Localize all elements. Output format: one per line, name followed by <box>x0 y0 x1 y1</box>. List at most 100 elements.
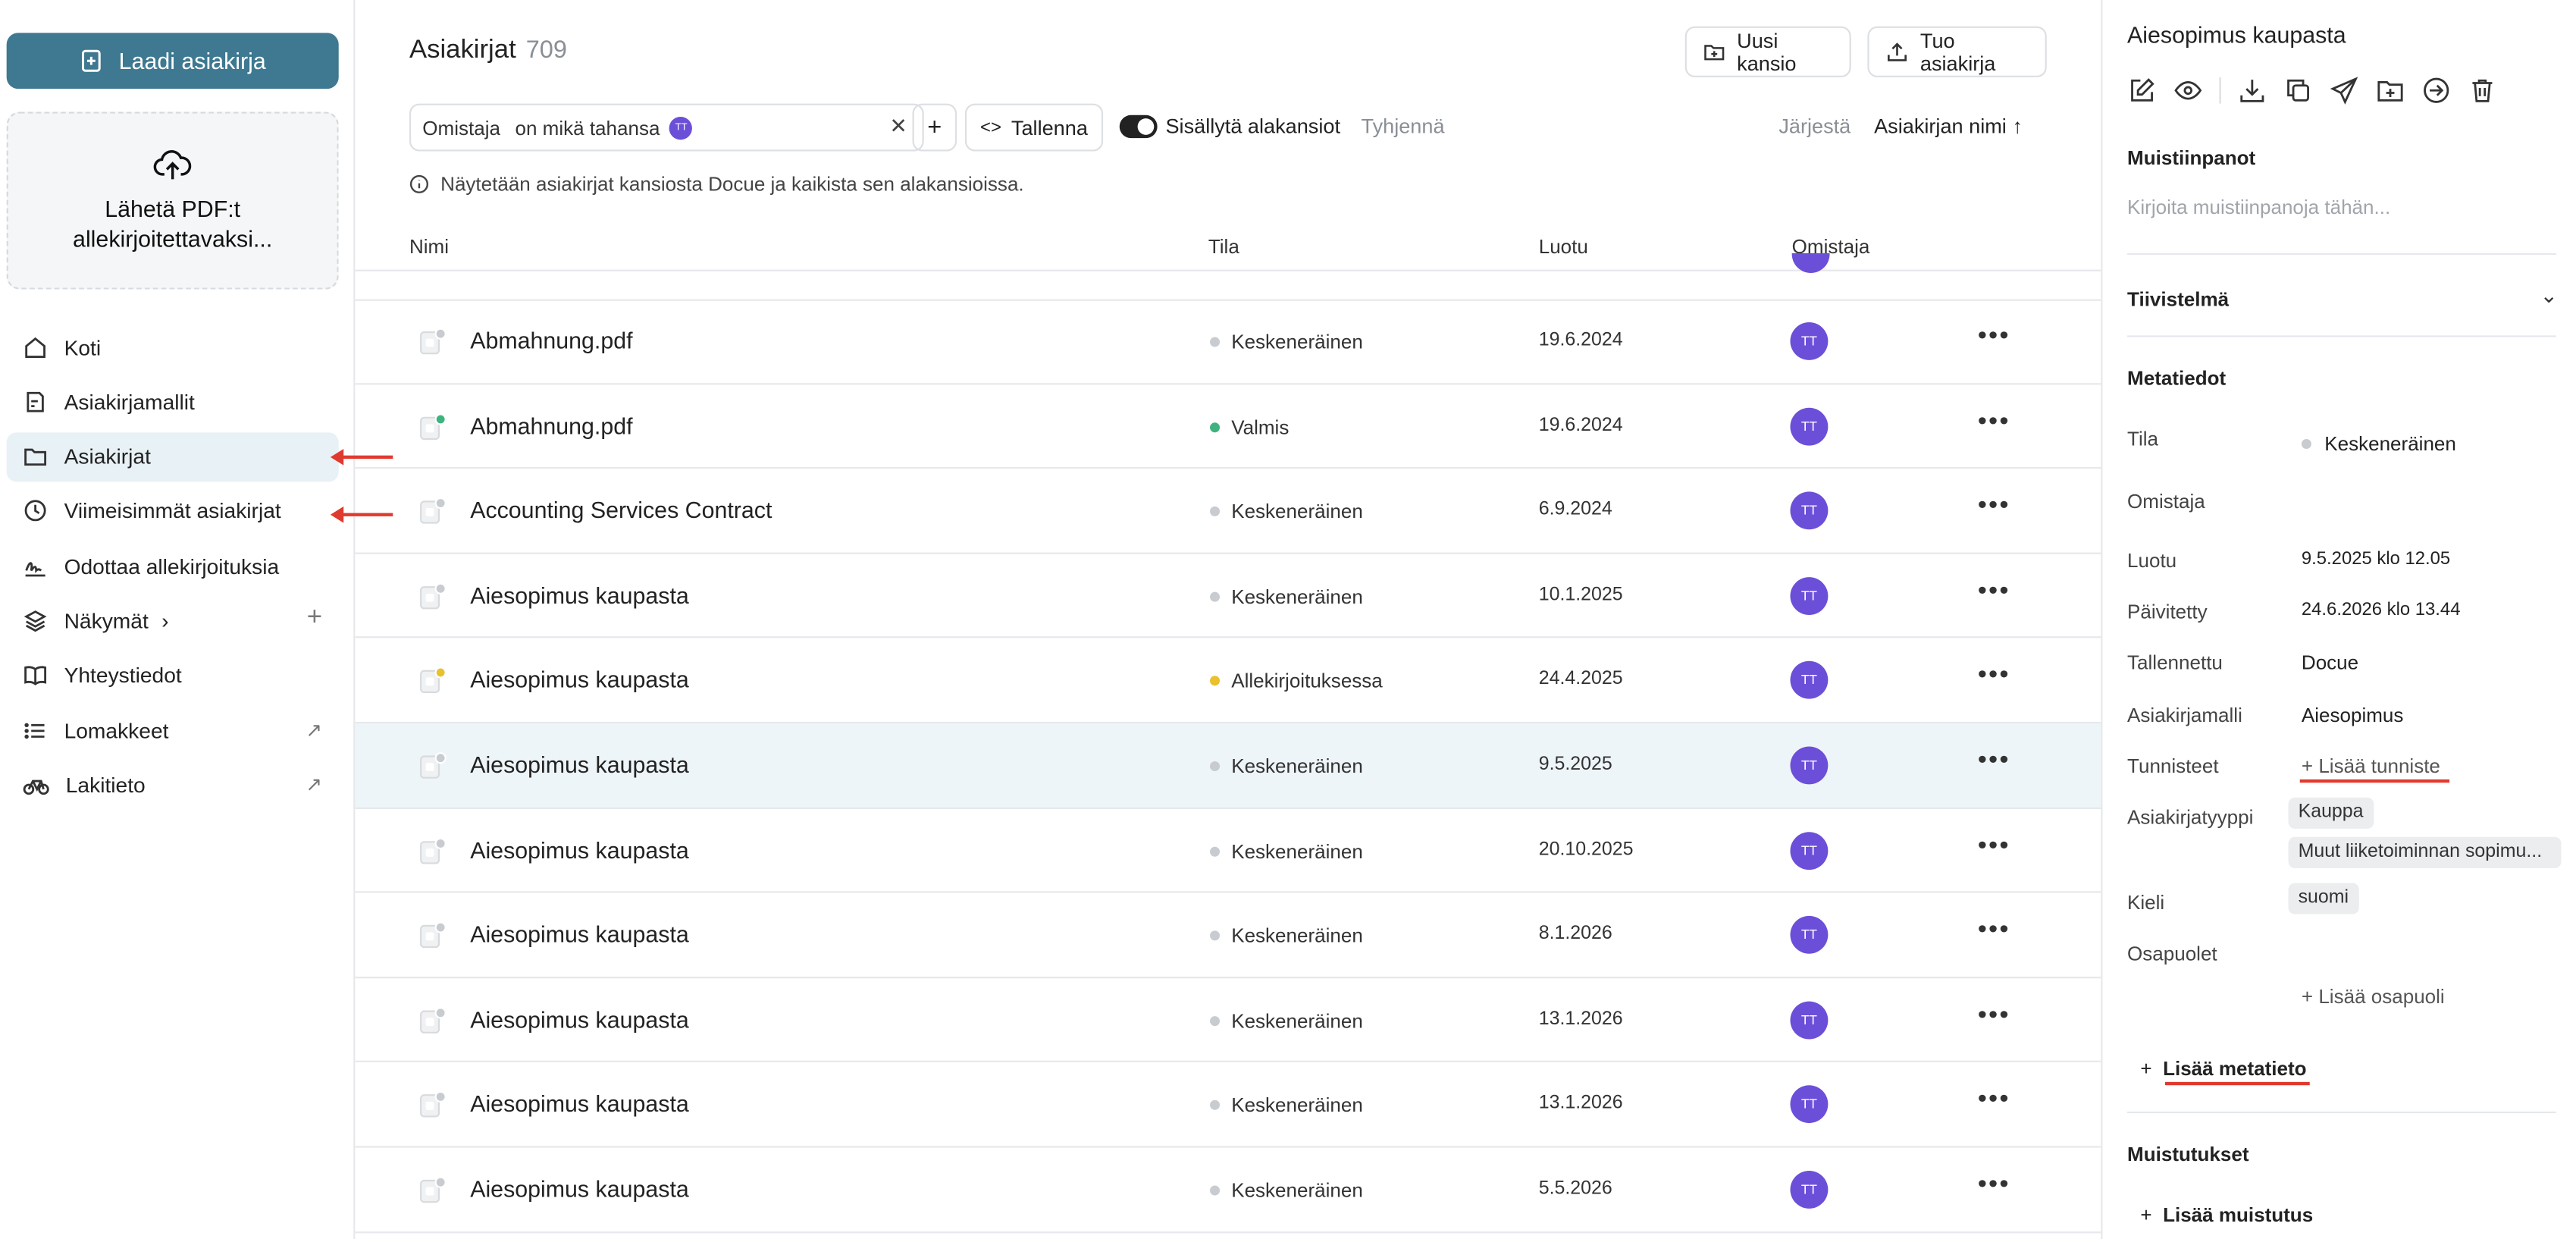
table-row[interactable]: Aiesopimus kaupasta Keskeneräinen 8.1.2026… <box>355 893 2101 978</box>
trash-icon[interactable] <box>2468 76 2497 105</box>
document-name[interactable]: Aiesopimus kaupasta <box>470 582 689 608</box>
table-row[interactable]: Aiesopimus kaupasta Keskeneräinen 5.5.2026… <box>355 1148 2101 1233</box>
clear-filters-button[interactable]: Tyhjennä <box>1362 115 1445 138</box>
more-options-icon[interactable]: ••• <box>1978 916 2010 946</box>
sidebar-nav: Koti Asiakirjamallit Asiakirjat Viimeisi… <box>6 322 339 815</box>
document-name[interactable]: Abmahnung.pdf <box>470 412 632 438</box>
save-filter-label: Tallenna <box>1011 115 1088 140</box>
more-options-icon[interactable]: ••• <box>1978 1086 2010 1115</box>
document-name[interactable]: Abmahnung.pdf <box>470 328 632 354</box>
summary-heading[interactable]: Tiivistelmä <box>2127 287 2229 310</box>
column-header-status[interactable]: Tila <box>1208 235 1239 258</box>
more-options-icon[interactable]: ••• <box>1978 746 2010 776</box>
new-folder-button[interactable]: Uusi kansio <box>1684 26 1851 77</box>
sidebar-item-recent[interactable]: Viimeisimmät asiakirjat <box>7 487 339 536</box>
more-options-icon[interactable]: ••• <box>1978 492 2010 522</box>
document-name[interactable]: Aiesopimus kaupasta <box>470 1006 689 1033</box>
sidebar-item-documents[interactable]: Asiakirjat <box>6 431 339 481</box>
document-name[interactable]: Aiesopimus kaupasta <box>470 1091 689 1118</box>
more-options-icon[interactable]: ••• <box>1978 1171 2010 1200</box>
add-tag-button[interactable]: + Lisää tunniste <box>2302 754 2440 777</box>
document-name[interactable]: Aiesopimus kaupasta <box>470 1175 689 1202</box>
add-party-button[interactable]: + Lisää osapuoli <box>2302 985 2445 1008</box>
panel-toolbar <box>2127 76 2497 105</box>
table-row[interactable]: Aiesopimus kaupasta Keskeneräinen 10.1.202… <box>355 554 2101 639</box>
document-name[interactable]: Aiesopimus kaupasta <box>470 836 689 863</box>
document-name[interactable]: Aiesopimus kaupasta <box>470 921 689 948</box>
table-row[interactable]: Accounting Services Contract Keskeneräine… <box>355 469 2101 554</box>
meta-saved-value[interactable]: Docue <box>2302 651 2358 674</box>
table-row[interactable]: Abmahnung.pdf Valmis 19.6.2024 TT ••• <box>355 384 2101 469</box>
sign-in-icon[interactable] <box>2421 76 2451 105</box>
move-to-folder-icon[interactable] <box>2375 76 2405 105</box>
sidebar-item-contacts[interactable]: Yhteystiedot <box>7 651 339 700</box>
import-label: Tuo asiakirja <box>1919 28 1996 75</box>
send-icon[interactable] <box>2330 76 2359 105</box>
language-tag[interactable]: suomi <box>2288 883 2359 914</box>
more-options-icon[interactable]: ••• <box>1978 577 2010 607</box>
sidebar-item-label: Lakitieto <box>65 772 146 798</box>
chevron-down-icon[interactable]: ⌄ <box>2540 283 2559 309</box>
owner-filter[interactable]: Omistaja on mikä tahansa TT ✕ <box>409 103 924 152</box>
meta-template-value[interactable]: Aiesopimus <box>2302 704 2404 726</box>
add-metadata-button[interactable]: + Lisää metatieto <box>2140 1057 2306 1080</box>
more-options-icon[interactable]: ••• <box>1978 407 2010 437</box>
status-text: Keskeneräinen <box>1231 1093 1363 1118</box>
table-row[interactable]: Abmahnung.pdf Keskeneräinen 19.6.2024 TT ••• <box>355 300 2101 384</box>
sidebar-item-forms[interactable]: Lomakkeet ↗ <box>7 705 339 754</box>
table-row[interactable]: Aiesopimus kaupasta Keskeneräinen 13.1.202… <box>355 1063 2101 1148</box>
annotation-underline <box>2299 779 2450 783</box>
status-dot <box>1210 761 1221 772</box>
meta-owner-label: Omistaja <box>2127 490 2205 513</box>
document-created-date: 20.10.2025 <box>1538 839 1634 860</box>
sidebar-item-awaiting-signatures[interactable]: Odottaa allekirjoituksia <box>7 541 339 591</box>
more-options-icon[interactable]: ••• <box>1978 1001 2010 1030</box>
create-document-button[interactable]: Laadi asiakirja <box>6 33 339 89</box>
add-reminder-button[interactable]: + Lisää muistutus <box>2140 1203 2313 1226</box>
notes-heading: Muistiinpanot <box>2127 146 2256 170</box>
upload-pdf-dropzone[interactable]: Lähetä PDF:t allekirjoitettavaksi... <box>6 111 339 290</box>
add-metadata-label: Lisää metatieto <box>2163 1057 2307 1081</box>
more-options-icon[interactable]: ••• <box>1978 831 2010 861</box>
document-created-date: 13.1.2026 <box>1538 1093 1623 1114</box>
copy-icon[interactable] <box>2283 76 2313 105</box>
status-text: Keskeneräinen <box>1231 1009 1363 1033</box>
more-options-icon[interactable]: ••• <box>1978 662 2010 692</box>
metadata-heading: Metatiedot <box>2127 366 2227 390</box>
add-view-icon[interactable]: + <box>307 604 322 634</box>
document-created-date: 13.1.2026 <box>1538 1009 1623 1030</box>
save-filter-button[interactable]: <> Tallenna <box>964 103 1104 152</box>
import-document-button[interactable]: Tuo asiakirja <box>1867 26 2047 77</box>
meta-status-value[interactable]: Keskeneräinen <box>2301 432 2456 456</box>
eye-icon[interactable] <box>2173 76 2203 105</box>
add-filter-button[interactable]: + <box>912 103 957 152</box>
sidebar-item-legal-info[interactable]: Lakitieto ↗ <box>7 761 339 810</box>
doctype-tag[interactable]: Muut liiketoiminnan sopimu... <box>2288 836 2562 868</box>
document-icon <box>420 836 447 864</box>
table-row[interactable]: Aiesopimus kaupasta Keskeneräinen 9.5.2025… <box>355 723 2101 809</box>
column-header-name[interactable]: Nimi <box>409 235 449 258</box>
include-subfolders-toggle[interactable] <box>1119 114 1158 139</box>
status-text: Allekirjoituksessa <box>1231 670 1383 693</box>
download-icon[interactable] <box>2237 76 2267 105</box>
status-text: Keskeneräinen <box>1231 330 1363 354</box>
sidebar-item-label: Lomakkeet <box>64 717 169 743</box>
sidebar-item-templates[interactable]: Asiakirjamallit <box>7 377 339 426</box>
table-row[interactable]: Aiesopimus kaupasta Keskeneräinen 20.10.20… <box>355 808 2101 893</box>
sidebar-item-views[interactable]: Näkymät › + <box>7 596 339 645</box>
document-name[interactable]: Aiesopimus kaupasta <box>470 751 689 778</box>
close-icon[interactable]: ✕ <box>889 114 907 140</box>
table-row[interactable]: Aiesopimus kaupasta Allekirjoituksessa 24.… <box>355 638 2101 724</box>
sidebar-item-koti[interactable]: Koti <box>7 322 339 372</box>
sort-dropdown[interactable]: Asiakirjan nimi ↑ <box>1874 115 2023 138</box>
sidebar-item-label: Koti <box>64 334 102 359</box>
more-options-icon[interactable]: ••• <box>1978 322 2010 352</box>
edit-icon[interactable] <box>2127 76 2157 105</box>
column-header-created[interactable]: Luotu <box>1539 235 1588 258</box>
document-name[interactable]: Aiesopimus kaupasta <box>470 667 689 693</box>
table-row[interactable]: Aiesopimus kaupasta Keskeneräinen 13.1.202… <box>355 978 2101 1063</box>
document-name[interactable]: Accounting Services Contract <box>470 497 772 523</box>
notes-input[interactable]: Kirjoita muistiinpanoja tähän... <box>2127 196 2390 218</box>
doctype-tag[interactable]: Kauppa <box>2288 797 2374 829</box>
owner-avatar: TT <box>1790 831 1829 870</box>
